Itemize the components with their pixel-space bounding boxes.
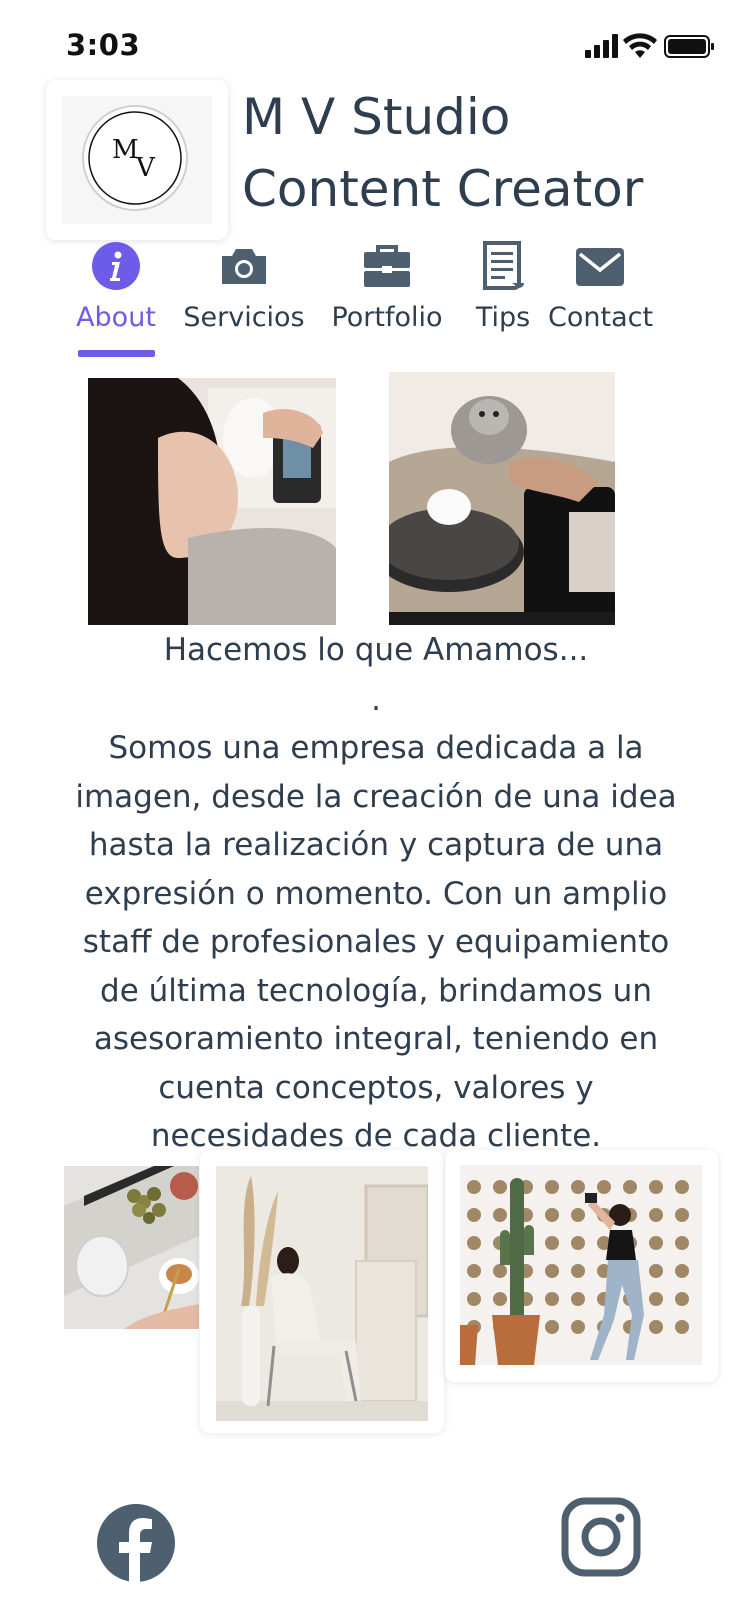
nav-servicios-label: Servicios — [183, 302, 305, 333]
nav-contact[interactable]: Contact — [548, 240, 654, 333]
svg-text:M: M — [112, 135, 139, 165]
photo-woman-on-chair — [216, 1166, 428, 1421]
nav-active-indicator — [78, 350, 155, 357]
nav-about-label: About — [76, 302, 156, 333]
photo-dog-and-camera — [389, 372, 615, 625]
site-subtitle: Content Creator — [242, 160, 644, 218]
svg-text:V: V — [135, 153, 156, 183]
document-icon — [483, 241, 524, 290]
nav-tips-label: Tips — [475, 302, 531, 333]
facebook-icon — [97, 1504, 175, 1583]
nav-contact-label: Contact — [548, 302, 654, 333]
nav-portfolio[interactable]: Portfolio — [326, 240, 448, 333]
nav-portfolio-label: Portfolio — [331, 302, 443, 333]
nav-about[interactable]: About — [74, 240, 158, 333]
logo-background: M V MV — [62, 96, 212, 224]
cellular-signal-icon — [585, 34, 618, 58]
briefcase-icon — [364, 245, 410, 287]
envelope-icon — [576, 248, 624, 286]
facebook-link[interactable] — [96, 1503, 176, 1583]
gallery-card-center — [200, 1150, 444, 1433]
instagram-link[interactable] — [561, 1497, 641, 1577]
about-heading: Hacemos lo que Amamos... — [163, 632, 589, 668]
status-time: 3:03 — [66, 28, 141, 62]
wifi-icon — [623, 33, 657, 58]
instagram-icon — [561, 1497, 641, 1577]
logo-mark: M V — [82, 105, 188, 211]
photo-photographer-with-camera — [88, 378, 336, 625]
logo-card[interactable]: M V MV — [46, 80, 228, 240]
nav-servicios[interactable]: Servicios — [180, 240, 308, 333]
about-separator: . — [371, 682, 381, 718]
camera-icon — [222, 249, 266, 284]
battery-icon — [664, 35, 714, 58]
nav-tips[interactable]: Tips — [464, 240, 542, 333]
photo-table-grapes — [64, 1166, 199, 1329]
site-title: M V Studio — [242, 88, 511, 146]
about-body: Somos una empresa dedicada a la imagen, … — [75, 730, 677, 1154]
photo-woman-with-cactus — [460, 1165, 702, 1365]
status-icons — [585, 32, 725, 60]
gallery-card-right — [445, 1150, 718, 1382]
info-icon — [92, 242, 140, 290]
